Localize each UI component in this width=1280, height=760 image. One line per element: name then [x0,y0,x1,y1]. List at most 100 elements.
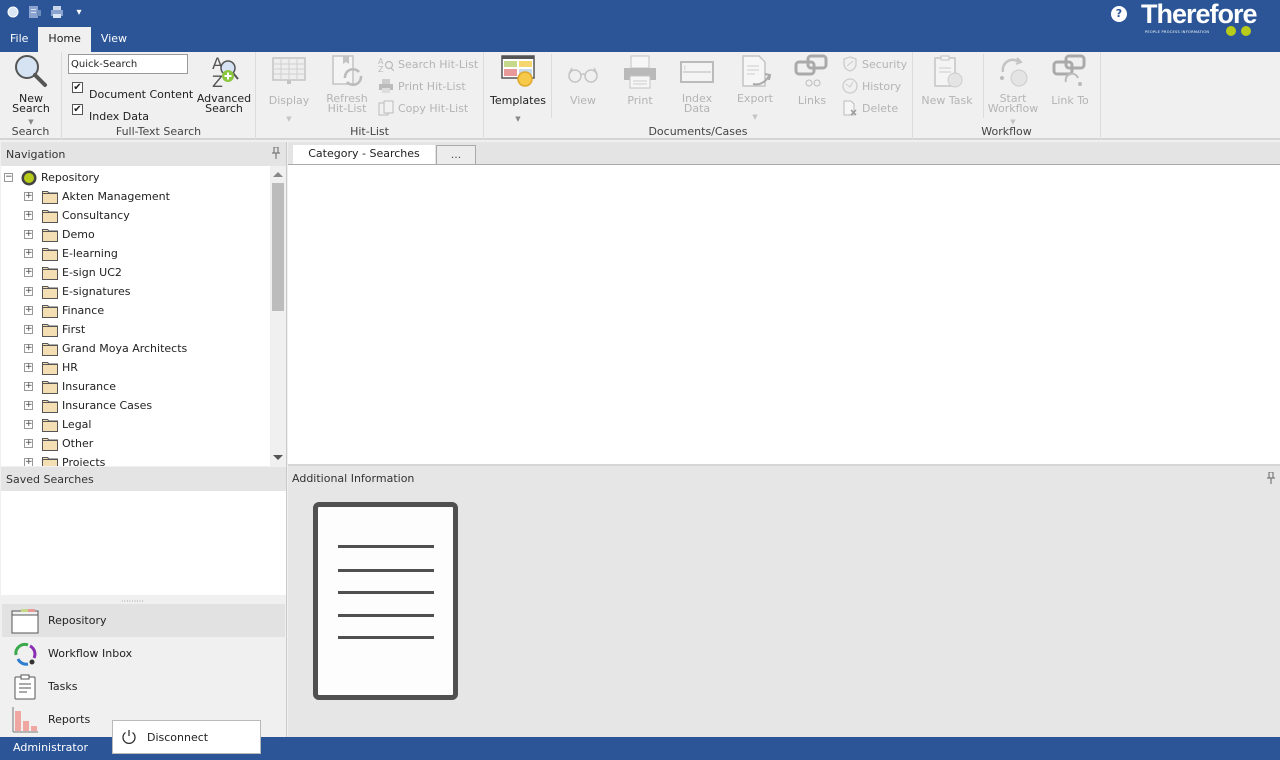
tree-item[interactable]: + Other [24,434,93,453]
print-button[interactable]: Print [617,54,663,106]
link-to-button[interactable]: Link To [1045,54,1095,106]
ribbon-separator [551,54,552,118]
advanced-search-button[interactable]: AZ Advanced Search [196,54,252,114]
search-hitlist-button[interactable]: AZ Search Hit-List [378,54,478,74]
export-button[interactable]: Export ▼ [732,54,778,122]
text-line [338,614,434,617]
expand-icon[interactable]: + [24,401,33,410]
new-task-icon [929,54,965,90]
new-search-button[interactable]: New Search ▼ [8,54,54,127]
expand-icon[interactable]: + [24,211,33,220]
templates-button[interactable]: Templates ▼ [488,54,548,124]
index-data-checkbox[interactable]: ✔ Index Data [72,102,149,123]
expand-icon[interactable]: + [24,230,33,239]
expand-icon[interactable]: + [24,325,33,334]
tree-item[interactable]: + E-sign UC2 [24,263,122,282]
help-icon[interactable]: ? [1111,6,1127,22]
nav-button-workflow-inbox[interactable]: Workflow Inbox [2,637,285,670]
tree-label: E-sign UC2 [62,266,122,279]
nav-button-label: Tasks [48,680,78,693]
tree-item[interactable]: + First [24,320,85,339]
tree-item[interactable]: + E-learning [24,244,118,263]
display-button[interactable]: Display ▼ [264,54,314,124]
links-icon [794,54,830,90]
scroll-down-arrow-icon[interactable] [273,455,283,460]
print-icon[interactable] [50,5,64,19]
tree-item[interactable]: + Akten Management [24,187,170,206]
reports-chart-icon [11,706,39,733]
tree-item[interactable]: + Demo [24,225,95,244]
expand-icon[interactable]: + [24,420,33,429]
ribbon-group-search: New Search ▼ Search [0,52,62,140]
display-grid-icon [271,54,307,90]
tree-item[interactable]: + Consultancy [24,206,130,225]
scrollbar-thumb[interactable] [272,183,284,311]
expand-icon[interactable]: + [24,249,33,258]
expand-icon[interactable]: + [24,439,33,448]
nav-button-tasks[interactable]: Tasks [2,670,285,703]
tab-view[interactable]: View [91,27,137,52]
folder-icon [42,285,58,299]
tree-item[interactable]: + Projects [24,453,105,466]
view-button[interactable]: View [560,54,606,106]
tab-category-searches[interactable]: Category - Searches [293,145,435,165]
collapse-icon[interactable]: − [4,173,13,182]
svg-text:Z: Z [212,72,223,90]
tree-item[interactable]: + Insurance Cases [24,396,152,415]
scan-icon[interactable] [28,5,42,19]
search-icon[interactable] [6,5,20,19]
expand-icon[interactable]: + [24,192,33,201]
group-label-search: Search [11,125,50,138]
index-data-button[interactable]: I Index Data [674,54,720,114]
folder-icon [42,323,58,337]
copy-hitlist-button[interactable]: Copy Hit-List [378,98,468,118]
tree-item[interactable]: + Grand Moya Architects [24,339,187,358]
pin-icon[interactable] [1267,471,1275,484]
print-hitlist-button[interactable]: Print Hit-List [378,76,466,96]
tree-item[interactable]: + Legal [24,415,91,434]
tree-label: Other [62,437,94,450]
expand-icon[interactable]: + [24,344,33,353]
export-icon [737,54,773,90]
pin-icon[interactable] [272,146,280,159]
security-button[interactable]: Security [842,54,907,74]
logo-tagline: PEOPLE PROCESS INFORMATION [1145,30,1210,34]
tree-item[interactable]: + E-signatures [24,282,130,301]
expand-icon[interactable]: + [24,458,33,466]
tree-item[interactable]: + Insurance [24,377,116,396]
scroll-up-arrow-icon[interactable] [273,172,283,177]
search-hitlist-label: Search Hit-List [398,57,479,71]
nav-button-repository[interactable]: Repository [2,604,285,637]
advanced-search-label-2: Search [205,102,243,115]
delete-button[interactable]: Delete [842,98,898,118]
tree-label: Legal [62,418,92,431]
copy-hitlist-label: Copy Hit-List [398,101,469,115]
group-label-documents: Documents/Cases [648,125,748,138]
expand-icon[interactable]: + [24,287,33,296]
quick-search-input[interactable] [68,54,188,74]
document-placeholder-icon [313,502,458,700]
tree-item[interactable]: + Finance [24,301,104,320]
tree-item[interactable]: + HR [24,358,78,377]
search-content-area [288,164,1280,464]
document-tab-strip: Category - Searches ... [288,142,1280,165]
expand-icon[interactable]: + [24,306,33,315]
disconnect-menu-item[interactable]: Disconnect [147,731,208,744]
new-task-button[interactable]: New Task [919,54,975,106]
current-user[interactable]: Administrator [13,741,88,754]
start-workflow-button[interactable]: Start Workflow ▼ [985,54,1041,127]
history-button[interactable]: History [842,76,901,96]
tree-root-repository[interactable]: − Repository [4,168,100,187]
tree-scrollbar[interactable] [270,166,286,466]
tab-home[interactable]: Home [38,27,91,52]
expand-icon[interactable]: + [24,382,33,391]
tab-file[interactable]: File [0,27,38,52]
expand-icon[interactable]: + [24,363,33,372]
additional-information-pane: Additional Information [288,464,1280,737]
tab-more[interactable]: ... [436,145,476,165]
customize-dropdown-icon[interactable]: ▾ [72,5,86,19]
links-button[interactable]: Links [789,54,835,106]
document-content-checkbox[interactable]: ✔ Document Content [72,80,193,101]
expand-icon[interactable]: + [24,268,33,277]
refresh-hitlist-button[interactable]: Refresh Hit-List [322,54,372,114]
